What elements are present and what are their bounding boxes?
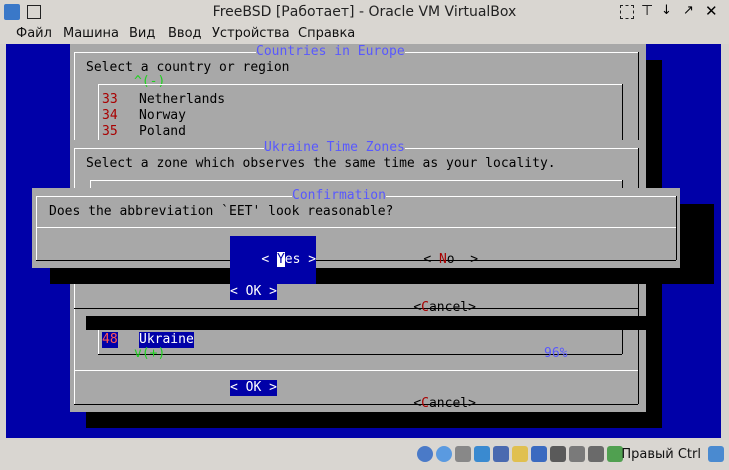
network-icon[interactable] — [474, 446, 490, 462]
pin-up-icon[interactable]: ⊤ — [641, 3, 653, 19]
window-titlebar: FreeBSD [Работает] - Oracle VM VirtualBo… — [0, 0, 729, 24]
list-item-name: Netherlands — [139, 92, 226, 107]
no-hotkey: N — [438, 252, 447, 267]
floppy-icon[interactable] — [455, 446, 471, 462]
cancel-hotkey: C — [421, 396, 429, 411]
timezone-ok-button[interactable]: < OK > — [230, 284, 277, 300]
countries-lower-panel — [70, 316, 646, 412]
yes-text: es > — [284, 252, 317, 267]
yes-hotkey: Y — [276, 252, 285, 267]
list-item-number: 33 — [102, 92, 118, 107]
restore-icon[interactable]: ↓ — [661, 3, 672, 18]
countries-scroll-up: ^(-) — [134, 74, 166, 89]
confirm-border-bottom — [36, 260, 676, 261]
countries-list-right — [622, 84, 623, 140]
timezone-list-top — [90, 180, 622, 181]
menu-help[interactable]: Справка — [298, 24, 355, 44]
confirm-question: Does the abbreviation `EET' look reasona… — [49, 204, 394, 219]
countries-list2-left — [98, 330, 99, 354]
shared-folder-icon[interactable] — [512, 446, 528, 462]
list-item-number: 34 — [102, 108, 118, 123]
countries-list-left — [98, 84, 99, 140]
countries-dialog-title: Countries in Europe — [256, 44, 405, 60]
countries-ok-button[interactable]: < OK > — [230, 380, 277, 396]
display-icon[interactable] — [531, 446, 547, 462]
keyboard-icon[interactable] — [569, 446, 585, 462]
no-text: o > — [446, 252, 479, 267]
maximize-icon[interactable]: ↗ — [683, 3, 694, 18]
confirm-border-right — [676, 196, 677, 260]
recording-icon[interactable] — [550, 446, 566, 462]
countries-cancel-button[interactable]: <Cancel> — [382, 380, 476, 428]
mouse-icon[interactable] — [588, 446, 604, 462]
list-item-name: Norway — [139, 108, 186, 123]
timezone-dialog-title: Ukraine Time Zones — [264, 140, 405, 156]
usb-icon[interactable] — [493, 446, 509, 462]
hdd-icon[interactable] — [417, 446, 433, 462]
menu-machine[interactable]: Машина — [63, 24, 119, 44]
vm-screen[interactable]: Countries in Europe Select a country or … — [6, 44, 721, 438]
yes-bracket: < — [261, 252, 277, 267]
timezone-list-right — [622, 180, 623, 188]
list-item-number: 48 — [102, 332, 118, 348]
host-key-label: Правый Ctrl — [621, 447, 701, 462]
fullscreen-icon[interactable] — [620, 5, 634, 19]
optical-icon[interactable] — [436, 446, 452, 462]
confirm-button-separator — [36, 227, 676, 228]
list-item-selected[interactable]: 48 Ukraine — [102, 332, 194, 392]
countries-lower-border-right — [638, 316, 639, 404]
cancel-text: ancel> — [428, 300, 476, 315]
no-bracket: < — [423, 252, 439, 267]
confirm-border-left — [36, 196, 37, 260]
cancel-text: ancel> — [428, 396, 476, 411]
countries-scroll-down: v(+) — [134, 346, 166, 361]
menu-file[interactable]: Файл — [16, 24, 52, 44]
countries-button-separator — [74, 370, 638, 371]
countries-scroll-percent: 96% — [544, 346, 568, 361]
arrow-icon[interactable] — [708, 446, 724, 462]
countries-lower-border-left — [74, 316, 75, 404]
timezone-prompt: Select a zone which observes the same ti… — [86, 156, 556, 171]
timezone-border-bottom — [74, 308, 638, 309]
countries-prompt: Select a country or region — [86, 60, 290, 75]
status-bar: Правый Ctrl — [0, 440, 729, 470]
cancel-bracket: < — [413, 396, 422, 411]
close-icon[interactable]: ✕ — [705, 2, 718, 20]
countries-lower-border-bottom — [74, 404, 638, 405]
timezone-cancel-button[interactable]: <Cancel> — [382, 284, 476, 332]
countries-list-top — [98, 84, 622, 85]
menu-bar: Файл Машина Вид Ввод Устройства Справка — [0, 24, 729, 44]
countries-lower-shadow-top — [86, 316, 646, 330]
cancel-hotkey: C — [421, 300, 429, 315]
list-item-name: Poland — [139, 124, 186, 139]
list-item-number: 35 — [102, 124, 118, 139]
menu-devices[interactable]: Устройства — [212, 24, 290, 44]
menu-input[interactable]: Ввод — [168, 24, 202, 44]
countries-list2-right — [622, 330, 623, 354]
confirm-no-button[interactable]: < No > — [392, 236, 478, 284]
timezone-list-left — [90, 180, 91, 188]
confirm-dialog-title: Confirmation — [292, 188, 386, 204]
selected-number-text: 48 — [102, 332, 118, 347]
menu-view[interactable]: Вид — [129, 24, 155, 44]
confirm-yes-button[interactable]: < Yes > — [230, 236, 317, 284]
cancel-bracket: < — [413, 300, 422, 315]
